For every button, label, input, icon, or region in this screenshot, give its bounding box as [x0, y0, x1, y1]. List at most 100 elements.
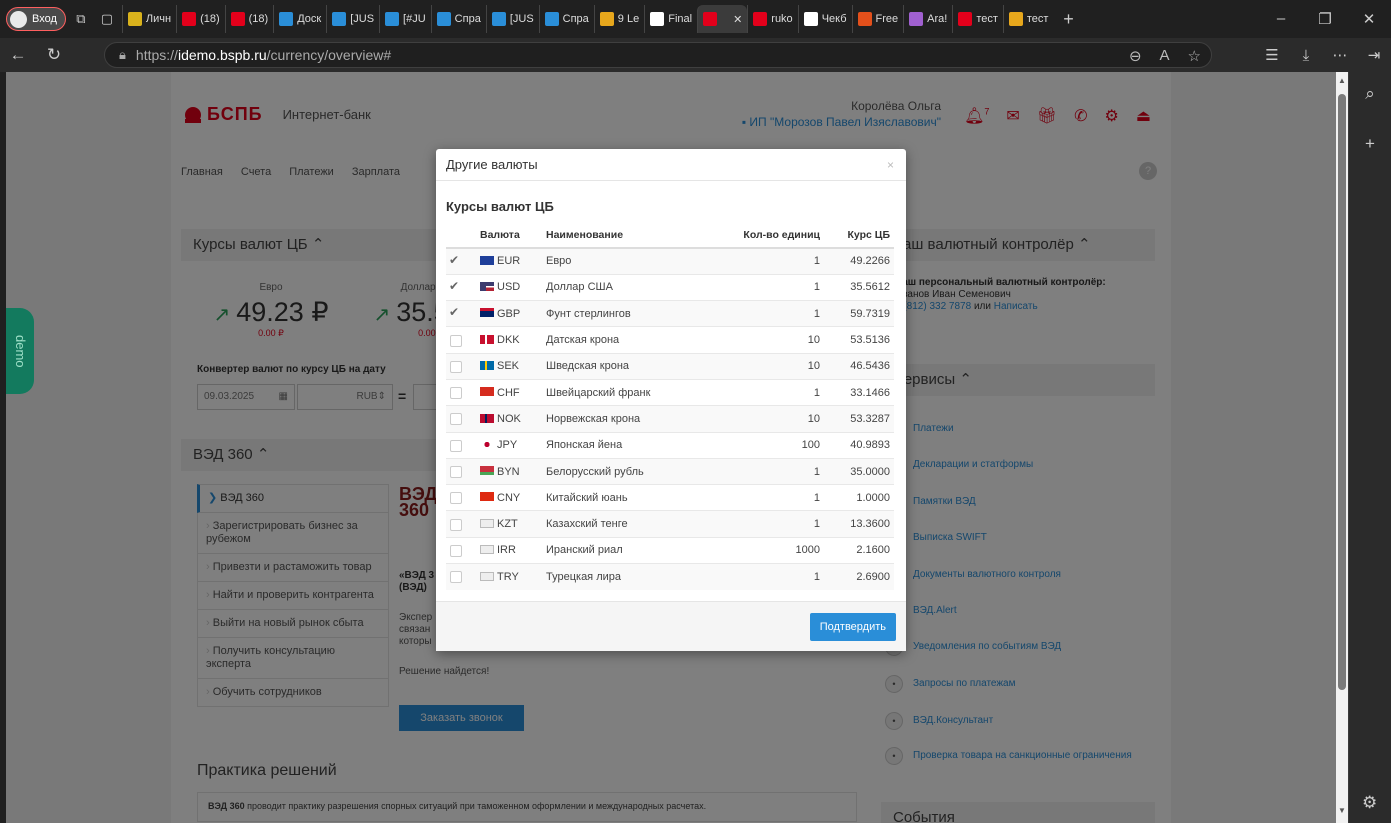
tab-favicon-icon [491, 12, 506, 26]
browser-tab[interactable]: Спра [430, 5, 486, 33]
currency-checkbox[interactable] [450, 413, 462, 426]
browser-tab[interactable]: 9 Le [593, 5, 644, 33]
browser-tab[interactable]: [JUS [485, 5, 539, 33]
favorites-icon[interactable]: ☰ [1255, 46, 1289, 64]
browser-tab[interactable]: (18) [224, 5, 274, 33]
close-icon[interactable]: × [887, 149, 894, 181]
column-header-rate: Курс ЦБ [824, 222, 894, 249]
tab-favicon-icon [127, 12, 142, 26]
browser-tab[interactable]: Final [644, 5, 697, 33]
currency-units: 1 [724, 300, 824, 327]
scroll-down-icon[interactable]: ▼ [1336, 806, 1348, 815]
browser-tab[interactable]: Free [851, 5, 904, 33]
currency-name: Швейцарский франк [542, 378, 724, 406]
close-window-icon[interactable]: ✕ [1347, 10, 1391, 28]
currency-code: GBP [497, 307, 521, 320]
currency-code-cell: NOK [476, 405, 542, 433]
currency-row: DKK Датская крона 10 53.5136 [446, 326, 894, 354]
url-field[interactable]: 🔒︎ https://idemo.bspb.ru/currency/overvi… [104, 42, 1212, 68]
currency-checkbox[interactable] [450, 360, 462, 373]
currency-units: 1 [724, 247, 824, 275]
zoom-icon[interactable]: ⊖ [1129, 47, 1142, 65]
browser-tab[interactable]: [#JU [379, 5, 431, 33]
refresh-icon[interactable]: ↻ [36, 45, 72, 65]
browser-tab[interactable]: Личн [121, 5, 176, 33]
tab-favicon-icon [385, 12, 400, 26]
modal-header: Другие валюты × [436, 149, 906, 181]
currency-checkbox[interactable] [450, 571, 462, 584]
profile-button[interactable]: Вход [6, 7, 66, 31]
workspaces-icon[interactable]: ⧉ [70, 8, 92, 30]
currency-checkbox[interactable] [450, 544, 462, 557]
currency-checkbox[interactable] [450, 492, 462, 505]
scroll-up-icon[interactable]: ▲ [1336, 76, 1348, 85]
browser-tab[interactable]: (18) [176, 5, 225, 33]
flag-by-icon [480, 466, 494, 476]
tab-favicon-icon [332, 12, 347, 26]
confirm-button[interactable]: Подтвердить [809, 613, 896, 641]
back-icon[interactable]: ← [0, 45, 36, 65]
currency-rate: 2.1600 [824, 536, 894, 564]
browser-tab[interactable]: Чекб [797, 5, 852, 33]
browser-tab[interactable]: Спра [538, 5, 594, 33]
currency-row: NOK Норвежская крона 10 53.3287 [446, 405, 894, 433]
currency-code: USD [497, 281, 521, 294]
downloads-icon[interactable]: ⤓ [1289, 47, 1323, 64]
add-icon[interactable]: + [1349, 134, 1391, 154]
currency-checkbox[interactable] [450, 334, 462, 347]
sidebar-toggle-icon[interactable]: ⇥ [1357, 46, 1391, 64]
restore-icon[interactable]: ❐ [1303, 10, 1347, 28]
currency-rate: 13.3600 [824, 510, 894, 538]
tab-favicon-icon [958, 12, 973, 26]
browser-tab[interactable]: [JUS [326, 5, 379, 33]
minimize-icon[interactable]: – [1259, 10, 1303, 28]
currency-row: TRY Турецкая лира 1 2.6900 [446, 563, 894, 590]
favorite-star-icon[interactable]: ☆ [1188, 47, 1201, 65]
new-tab-icon[interactable]: + [1057, 8, 1079, 30]
currency-checkbox[interactable] [450, 387, 462, 400]
browser-tab[interactable]: Ara! [903, 5, 952, 33]
currency-units: 1 [724, 484, 824, 511]
currency-code-cell: CNY [476, 484, 542, 511]
currency-code-cell: DKK [476, 326, 542, 354]
tab-label: [JUS [509, 13, 534, 25]
read-aloud-icon[interactable]: A [1160, 47, 1170, 65]
sidebar-settings-icon[interactable]: ⚙ [1362, 793, 1377, 813]
currency-name: Датская крона [542, 326, 724, 354]
profile-label: Вход [32, 13, 57, 25]
modal-footer: Подтвердить [436, 601, 906, 651]
tab-favicon-icon [753, 12, 768, 26]
browser-tab[interactable]: ✕ [697, 5, 748, 33]
tab-close-icon[interactable]: ✕ [733, 13, 742, 26]
currency-checkbox[interactable] [449, 305, 462, 320]
tab-label: ruko [771, 13, 793, 25]
currency-code-cell: TRY [476, 563, 542, 590]
checkbox-cell [446, 247, 476, 275]
currency-name: Шведская крона [542, 352, 724, 380]
browser-tab[interactable]: тест [952, 5, 1003, 33]
browser-sidebar: ⌕ + ⚙ [1348, 72, 1391, 823]
tab-label: Free [875, 13, 899, 25]
currency-units: 1 [724, 510, 824, 538]
currency-checkbox[interactable] [450, 466, 462, 479]
currency-checkbox[interactable] [450, 518, 462, 531]
currency-code-cell: JPY [476, 431, 542, 459]
browser-tab[interactable]: тест [1002, 5, 1054, 33]
checkbox-cell [446, 273, 476, 301]
currency-name: Турецкая лира [542, 563, 724, 590]
demo-tab[interactable]: demo [6, 308, 34, 394]
lock-icon[interactable]: 🔒︎ [119, 47, 126, 63]
currency-row: CHF Швейцарский франк 1 33.1466 [446, 378, 894, 406]
url-path: /currency/overview# [266, 47, 392, 63]
browser-tab[interactable]: Доск [273, 5, 326, 33]
browser-tab[interactable]: ruko [747, 5, 797, 33]
tab-favicon-icon [544, 12, 559, 26]
tab-actions-icon[interactable]: ▢ [96, 8, 118, 30]
currency-checkbox[interactable] [450, 439, 462, 452]
page-scrollbar[interactable]: ▲ ▼ [1336, 72, 1348, 823]
more-icon[interactable]: ⋯ [1323, 46, 1357, 64]
currency-checkbox[interactable] [449, 279, 462, 294]
currency-checkbox[interactable] [449, 253, 462, 268]
search-icon[interactable]: ⌕ [1349, 84, 1391, 104]
scroll-thumb[interactable] [1338, 94, 1346, 690]
